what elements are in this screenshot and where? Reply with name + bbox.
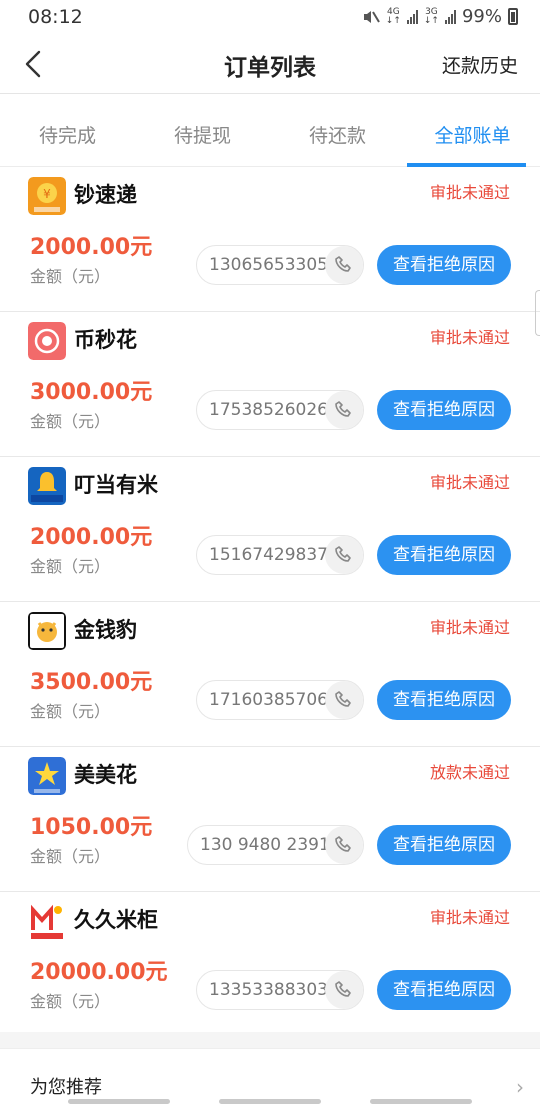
- lender-name: 久久米柜: [74, 908, 158, 932]
- scroll-indicator: [535, 290, 540, 336]
- phone-icon[interactable]: [325, 246, 363, 284]
- repayment-history-link[interactable]: 还款历史: [442, 51, 518, 78]
- amount-label: 金额（元）: [30, 702, 111, 721]
- app-logo-icon: [28, 757, 66, 795]
- status-icons: 4G ↓↑ 3G ↓↑ 99%: [362, 6, 518, 27]
- order-item: ¥ 钞速递 审批未通过 2000.00元 金额（元） 13065653305 查…: [0, 167, 540, 312]
- chevron-right-icon: ›: [516, 1075, 524, 1099]
- network-4g-icon: 4G ↓↑: [385, 6, 401, 26]
- phone-number: 13065653305: [209, 255, 328, 275]
- amount-label: 金额（元）: [30, 557, 111, 576]
- view-rejection-reason-button[interactable]: 查看拒绝原因: [377, 535, 511, 575]
- nav-gesture-bar-left: [68, 1099, 170, 1104]
- phone-pill[interactable]: 17160385706: [196, 680, 364, 720]
- loan-amount: 1050.00元: [30, 815, 153, 840]
- network-3g-icon: 3G ↓↑: [423, 6, 439, 26]
- view-rejection-reason-button[interactable]: 查看拒绝原因: [377, 245, 511, 285]
- phone-icon[interactable]: [325, 536, 363, 574]
- order-item: 币秒花 审批未通过 3000.00元 金额（元） 17538526026 查看拒…: [0, 312, 540, 457]
- tab-pending-completion[interactable]: 待完成: [0, 95, 135, 166]
- order-list: ¥ 钞速递 审批未通过 2000.00元 金额（元） 13065653305 查…: [0, 167, 540, 1037]
- lender-name: 金钱豹: [74, 618, 137, 642]
- app-logo-icon: ¥: [28, 177, 66, 215]
- phone-pill[interactable]: 15167429837: [196, 535, 364, 575]
- recommend-title: 为您推荐: [30, 1077, 102, 1098]
- phone-number: 17538526026: [209, 400, 328, 420]
- phone-number: 17160385706: [209, 690, 328, 710]
- phone-icon[interactable]: [325, 391, 363, 429]
- status-badge: 审批未通过: [429, 183, 510, 202]
- lender-name: 币秒花: [74, 328, 137, 352]
- view-rejection-reason-button[interactable]: 查看拒绝原因: [377, 680, 511, 720]
- phone-icon[interactable]: [325, 826, 363, 864]
- order-item: 叮当有米 审批未通过 2000.00元 金额（元） 15167429837 查看…: [0, 457, 540, 602]
- tab-pending-withdrawal[interactable]: 待提现: [135, 95, 270, 166]
- status-time: 08:12: [28, 6, 83, 28]
- status-badge: 审批未通过: [429, 618, 510, 637]
- mute-icon: [363, 10, 380, 23]
- amount-label: 金额（元）: [30, 847, 111, 866]
- svg-text:¥: ¥: [43, 187, 51, 201]
- loan-amount: 3000.00元: [30, 380, 153, 405]
- tab-bar: 待完成 待提现 待还款 全部账单: [0, 95, 540, 167]
- order-item: 金钱豹 审批未通过 3500.00元 金额（元） 17160385706 查看拒…: [0, 602, 540, 747]
- status-badge: 审批未通过: [429, 908, 510, 927]
- battery-icon: [508, 8, 518, 25]
- phone-icon[interactable]: [325, 971, 363, 1009]
- tab-pending-repayment[interactable]: 待还款: [270, 95, 405, 166]
- phone-pill[interactable]: 130 9480 2391: [187, 825, 364, 865]
- status-badge: 审批未通过: [429, 328, 510, 347]
- lender-name: 钞速递: [74, 183, 137, 207]
- amount-label: 金额（元）: [30, 267, 111, 286]
- lender-name: 叮当有米: [74, 473, 158, 497]
- signal-icon-2: [444, 9, 456, 24]
- nav-gesture-bar-center: [219, 1099, 321, 1104]
- phone-number: 13353388303: [209, 980, 328, 1000]
- lender-name: 美美花: [74, 763, 137, 787]
- phone-pill[interactable]: 17538526026: [196, 390, 364, 430]
- phone-number: 15167429837: [209, 545, 328, 565]
- status-bar: 08:12 4G ↓↑ 3G ↓↑ 99%: [0, 0, 540, 34]
- status-badge: 放款未通过: [429, 763, 510, 782]
- loan-amount: 3500.00元: [30, 670, 153, 695]
- amount-label: 金额（元）: [30, 412, 111, 431]
- tab-all-bills[interactable]: 全部账单: [405, 95, 540, 167]
- signal-icon: [406, 9, 418, 24]
- status-badge: 审批未通过: [429, 473, 510, 492]
- app-logo-icon: [28, 467, 66, 505]
- app-logo-icon: [28, 322, 66, 360]
- loan-amount: 2000.00元: [30, 525, 153, 550]
- loan-amount: 2000.00元: [30, 235, 153, 260]
- view-rejection-reason-button[interactable]: 查看拒绝原因: [377, 970, 511, 1010]
- order-item: 久久米柜 审批未通过 20000.00元 金额（元） 13353388303 查…: [0, 892, 540, 1037]
- loan-amount: 20000.00元: [30, 960, 168, 985]
- order-list-screen: 08:12 4G ↓↑ 3G ↓↑ 99% 订单列表 还款历史 待完成 待提现 待还…: [0, 0, 540, 1110]
- app-logo-icon: [28, 902, 66, 940]
- view-rejection-reason-button[interactable]: 查看拒绝原因: [377, 390, 511, 430]
- nav-gesture-bar-right: [370, 1099, 472, 1104]
- order-item: 美美花 放款未通过 1050.00元 金额（元） 130 9480 2391 查…: [0, 747, 540, 892]
- phone-number: 130 9480 2391: [200, 835, 330, 855]
- phone-icon[interactable]: [325, 681, 363, 719]
- phone-pill[interactable]: 13353388303: [196, 970, 364, 1010]
- phone-pill[interactable]: 13065653305: [196, 245, 364, 285]
- battery-percent: 99%: [461, 6, 502, 27]
- view-rejection-reason-button[interactable]: 查看拒绝原因: [377, 825, 511, 865]
- app-logo-icon: [28, 612, 66, 650]
- amount-label: 金额（元）: [30, 992, 111, 1011]
- section-divider: [0, 1032, 540, 1048]
- nav-bar: 订单列表 还款历史: [0, 34, 540, 94]
